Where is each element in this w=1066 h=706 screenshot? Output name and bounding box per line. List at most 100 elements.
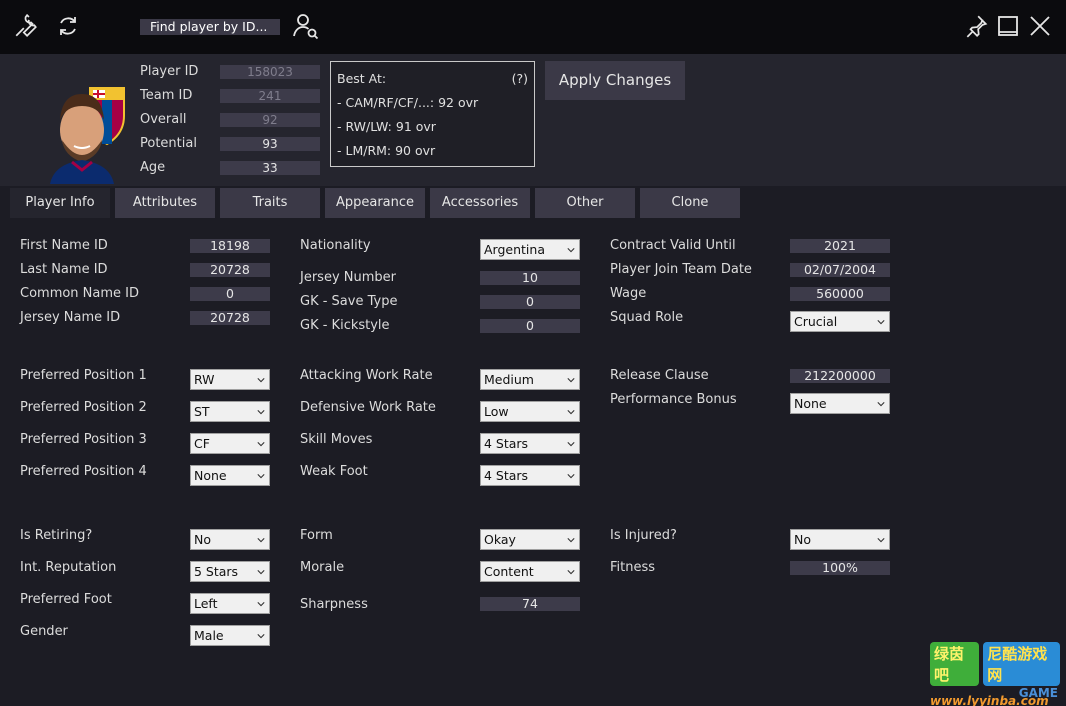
dropdown-value: Crucial xyxy=(794,314,838,329)
dropdown[interactable]: 5 Stars xyxy=(190,561,270,582)
chevron-down-icon xyxy=(567,248,575,253)
tab-traits[interactable]: Traits xyxy=(220,188,320,218)
dropdown[interactable]: No xyxy=(190,529,270,550)
field-label: Performance Bonus xyxy=(610,392,737,407)
header-field-label: Overall xyxy=(140,112,187,127)
sharpness-value[interactable]: 74 xyxy=(480,597,580,611)
minimize-icon[interactable] xyxy=(994,12,1022,40)
header-field-value[interactable]: 93 xyxy=(220,137,320,151)
dropdown-value: Left xyxy=(194,596,218,611)
best-at-panel: Best At: (?) - CAM/RF/CF/...: 92 ovr - R… xyxy=(330,61,535,167)
field-label: Squad Role xyxy=(610,310,684,325)
field-value[interactable]: 2021 xyxy=(790,239,890,253)
tab-player-info[interactable]: Player Info xyxy=(10,188,110,218)
field-label: First Name ID xyxy=(20,238,108,253)
dropdown-value: Low xyxy=(484,404,509,419)
dropdown[interactable]: Left xyxy=(190,593,270,614)
nationality-dropdown[interactable]: Argentina xyxy=(480,239,580,260)
field-value[interactable]: 0 xyxy=(480,319,580,333)
player-photo xyxy=(32,80,142,184)
field-value[interactable]: 0 xyxy=(190,287,270,301)
dropdown-value: Argentina xyxy=(484,242,545,257)
watermark-text-2: 尼酷游戏网 xyxy=(983,642,1060,686)
chevron-down-icon xyxy=(877,402,885,407)
morale-dropdown[interactable]: Content xyxy=(480,561,580,582)
chevron-down-icon xyxy=(877,538,885,543)
dropdown-value: No xyxy=(194,532,211,547)
chevron-down-icon xyxy=(567,474,575,479)
header-field-value: 241 xyxy=(220,89,320,103)
field-label: Gender xyxy=(20,624,68,639)
field-label: Player Join Team Date xyxy=(610,262,752,277)
field-label: Wage xyxy=(610,286,647,301)
dropdown[interactable]: Low xyxy=(480,401,580,422)
help-icon[interactable]: (?) xyxy=(512,70,528,88)
position-dropdown[interactable]: CF xyxy=(190,433,270,454)
header-field-label: Team ID xyxy=(140,88,193,103)
field-label: Preferred Position 1 xyxy=(20,368,147,383)
tab-accessories[interactable]: Accessories xyxy=(430,188,530,218)
dropdown[interactable]: Medium xyxy=(480,369,580,390)
position-dropdown[interactable]: RW xyxy=(190,369,270,390)
field-label: Morale xyxy=(300,560,345,575)
field-label: Last Name ID xyxy=(20,262,108,277)
apply-changes-button[interactable]: Apply Changes xyxy=(545,61,685,100)
dropdown-value: 4 Stars xyxy=(484,468,529,483)
tab-clone[interactable]: Clone xyxy=(640,188,740,218)
tab-other[interactable]: Other xyxy=(535,188,635,218)
pin-icon[interactable] xyxy=(962,12,990,40)
fitness-value[interactable]: 100% xyxy=(790,561,890,575)
find-player-button[interactable]: Find player by ID... xyxy=(140,19,280,35)
field-label: Int. Reputation xyxy=(20,560,117,575)
field-label: Fitness xyxy=(610,560,656,575)
field-value[interactable]: 0 xyxy=(480,295,580,309)
is-injured-dropdown[interactable]: No xyxy=(790,529,890,550)
header-field-value[interactable]: 33 xyxy=(220,161,320,175)
best-at-line: - RW/LW: 91 ovr xyxy=(337,119,436,134)
watermark-brand: GAME xyxy=(1018,686,1058,700)
chevron-down-icon xyxy=(257,570,265,575)
squad-role-dropdown[interactable]: Crucial xyxy=(790,311,890,332)
chevron-down-icon xyxy=(877,320,885,325)
dropdown[interactable]: 4 Stars xyxy=(480,433,580,454)
dropdown-value: None xyxy=(194,468,227,483)
dropdown-value: RW xyxy=(194,372,215,387)
dropdown[interactable]: Male xyxy=(190,625,270,646)
dropdown-value: 5 Stars xyxy=(194,564,239,579)
dropdown-value: Content xyxy=(484,564,534,579)
chevron-down-icon xyxy=(567,442,575,447)
field-label: Attacking Work Rate xyxy=(300,368,433,383)
release-clause-value[interactable]: 212200000 xyxy=(790,369,890,383)
field-label: Jersey Number xyxy=(300,270,396,285)
field-value[interactable]: 18198 xyxy=(190,239,270,253)
dropdown-value: 4 Stars xyxy=(484,436,529,451)
field-label: Nationality xyxy=(300,238,371,253)
field-value[interactable]: 02/07/2004 xyxy=(790,263,890,277)
best-at-line: - LM/RM: 90 ovr xyxy=(337,143,436,158)
header-field-label: Player ID xyxy=(140,64,199,79)
user-search-icon[interactable] xyxy=(290,11,322,41)
refresh-icon[interactable] xyxy=(54,12,82,40)
dropdown-value: No xyxy=(794,532,811,547)
position-dropdown[interactable]: ST xyxy=(190,401,270,422)
tab-appearance[interactable]: Appearance xyxy=(325,188,425,218)
dropdown-value: Okay xyxy=(484,532,516,547)
tab-attributes[interactable]: Attributes xyxy=(115,188,215,218)
position-dropdown[interactable]: None xyxy=(190,465,270,486)
field-value[interactable]: 20728 xyxy=(190,311,270,325)
field-value[interactable]: 20728 xyxy=(190,263,270,277)
wrench-icon[interactable] xyxy=(12,12,40,40)
performance-bonus-dropdown[interactable]: None xyxy=(790,393,890,414)
field-value[interactable]: 560000 xyxy=(790,287,890,301)
field-label: Release Clause xyxy=(610,368,709,383)
header-field-label: Potential xyxy=(140,136,197,151)
form-dropdown[interactable]: Okay xyxy=(480,529,580,550)
field-label: Is Retiring? xyxy=(20,528,93,543)
field-label: Contract Valid Until xyxy=(610,238,736,253)
field-label: Common Name ID xyxy=(20,286,140,301)
chevron-down-icon xyxy=(257,474,265,479)
field-value[interactable]: 10 xyxy=(480,271,580,285)
dropdown[interactable]: 4 Stars xyxy=(480,465,580,486)
chevron-down-icon xyxy=(257,378,265,383)
close-icon[interactable] xyxy=(1026,12,1054,40)
